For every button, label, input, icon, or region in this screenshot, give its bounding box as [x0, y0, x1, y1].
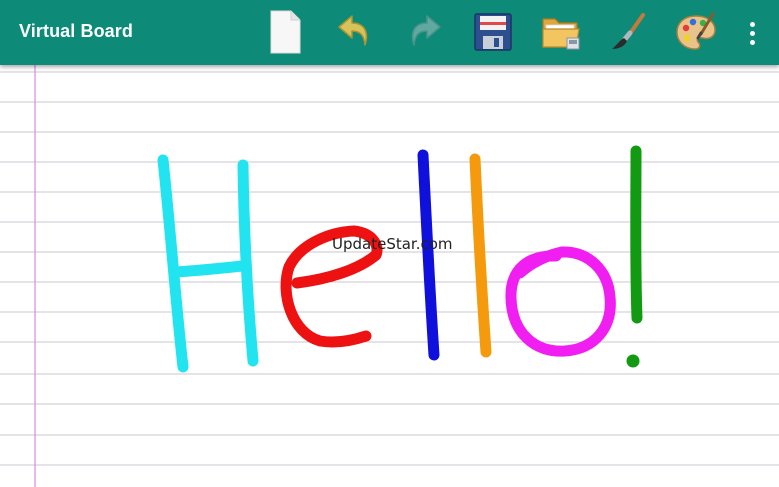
- folder-icon: [541, 13, 581, 51]
- more-options-button[interactable]: [738, 14, 766, 52]
- save-button[interactable]: [470, 9, 516, 55]
- new-page-icon: [268, 10, 302, 54]
- palette-icon: [675, 12, 717, 52]
- undo-arrow-icon: [336, 12, 374, 52]
- app-title: Virtual Board: [19, 21, 133, 41]
- letter-l1-stroke: [417, 149, 440, 361]
- undo-button[interactable]: [332, 9, 378, 55]
- open-button[interactable]: [538, 9, 584, 55]
- new-page-button[interactable]: [262, 9, 308, 55]
- exclamation-stroke: [630, 145, 643, 324]
- letter-l2-stroke: [469, 153, 492, 358]
- floppy-disk-icon: [474, 13, 512, 51]
- paintbrush-icon: [607, 12, 647, 52]
- exclamation-dot: [626, 354, 640, 368]
- redo-button[interactable]: [401, 9, 447, 55]
- drawing-board[interactable]: UpdateStar.com: [0, 65, 779, 487]
- letter-o-stroke: [505, 246, 616, 357]
- overflow-dot: [749, 30, 755, 36]
- virtual-board-app: Virtual Board UpdateStar.com: [0, 0, 779, 487]
- brush-button[interactable]: [604, 9, 650, 55]
- letter-h-stroke: [157, 154, 259, 373]
- watermark-text: UpdateStar.com: [332, 235, 453, 253]
- overflow-dot: [749, 39, 755, 45]
- redo-arrow-icon: [405, 12, 443, 52]
- palette-button[interactable]: [673, 9, 719, 55]
- app-toolbar: Virtual Board: [0, 0, 779, 65]
- overflow-menu-icon: [749, 21, 755, 27]
- handwritten-drawing: [157, 145, 643, 373]
